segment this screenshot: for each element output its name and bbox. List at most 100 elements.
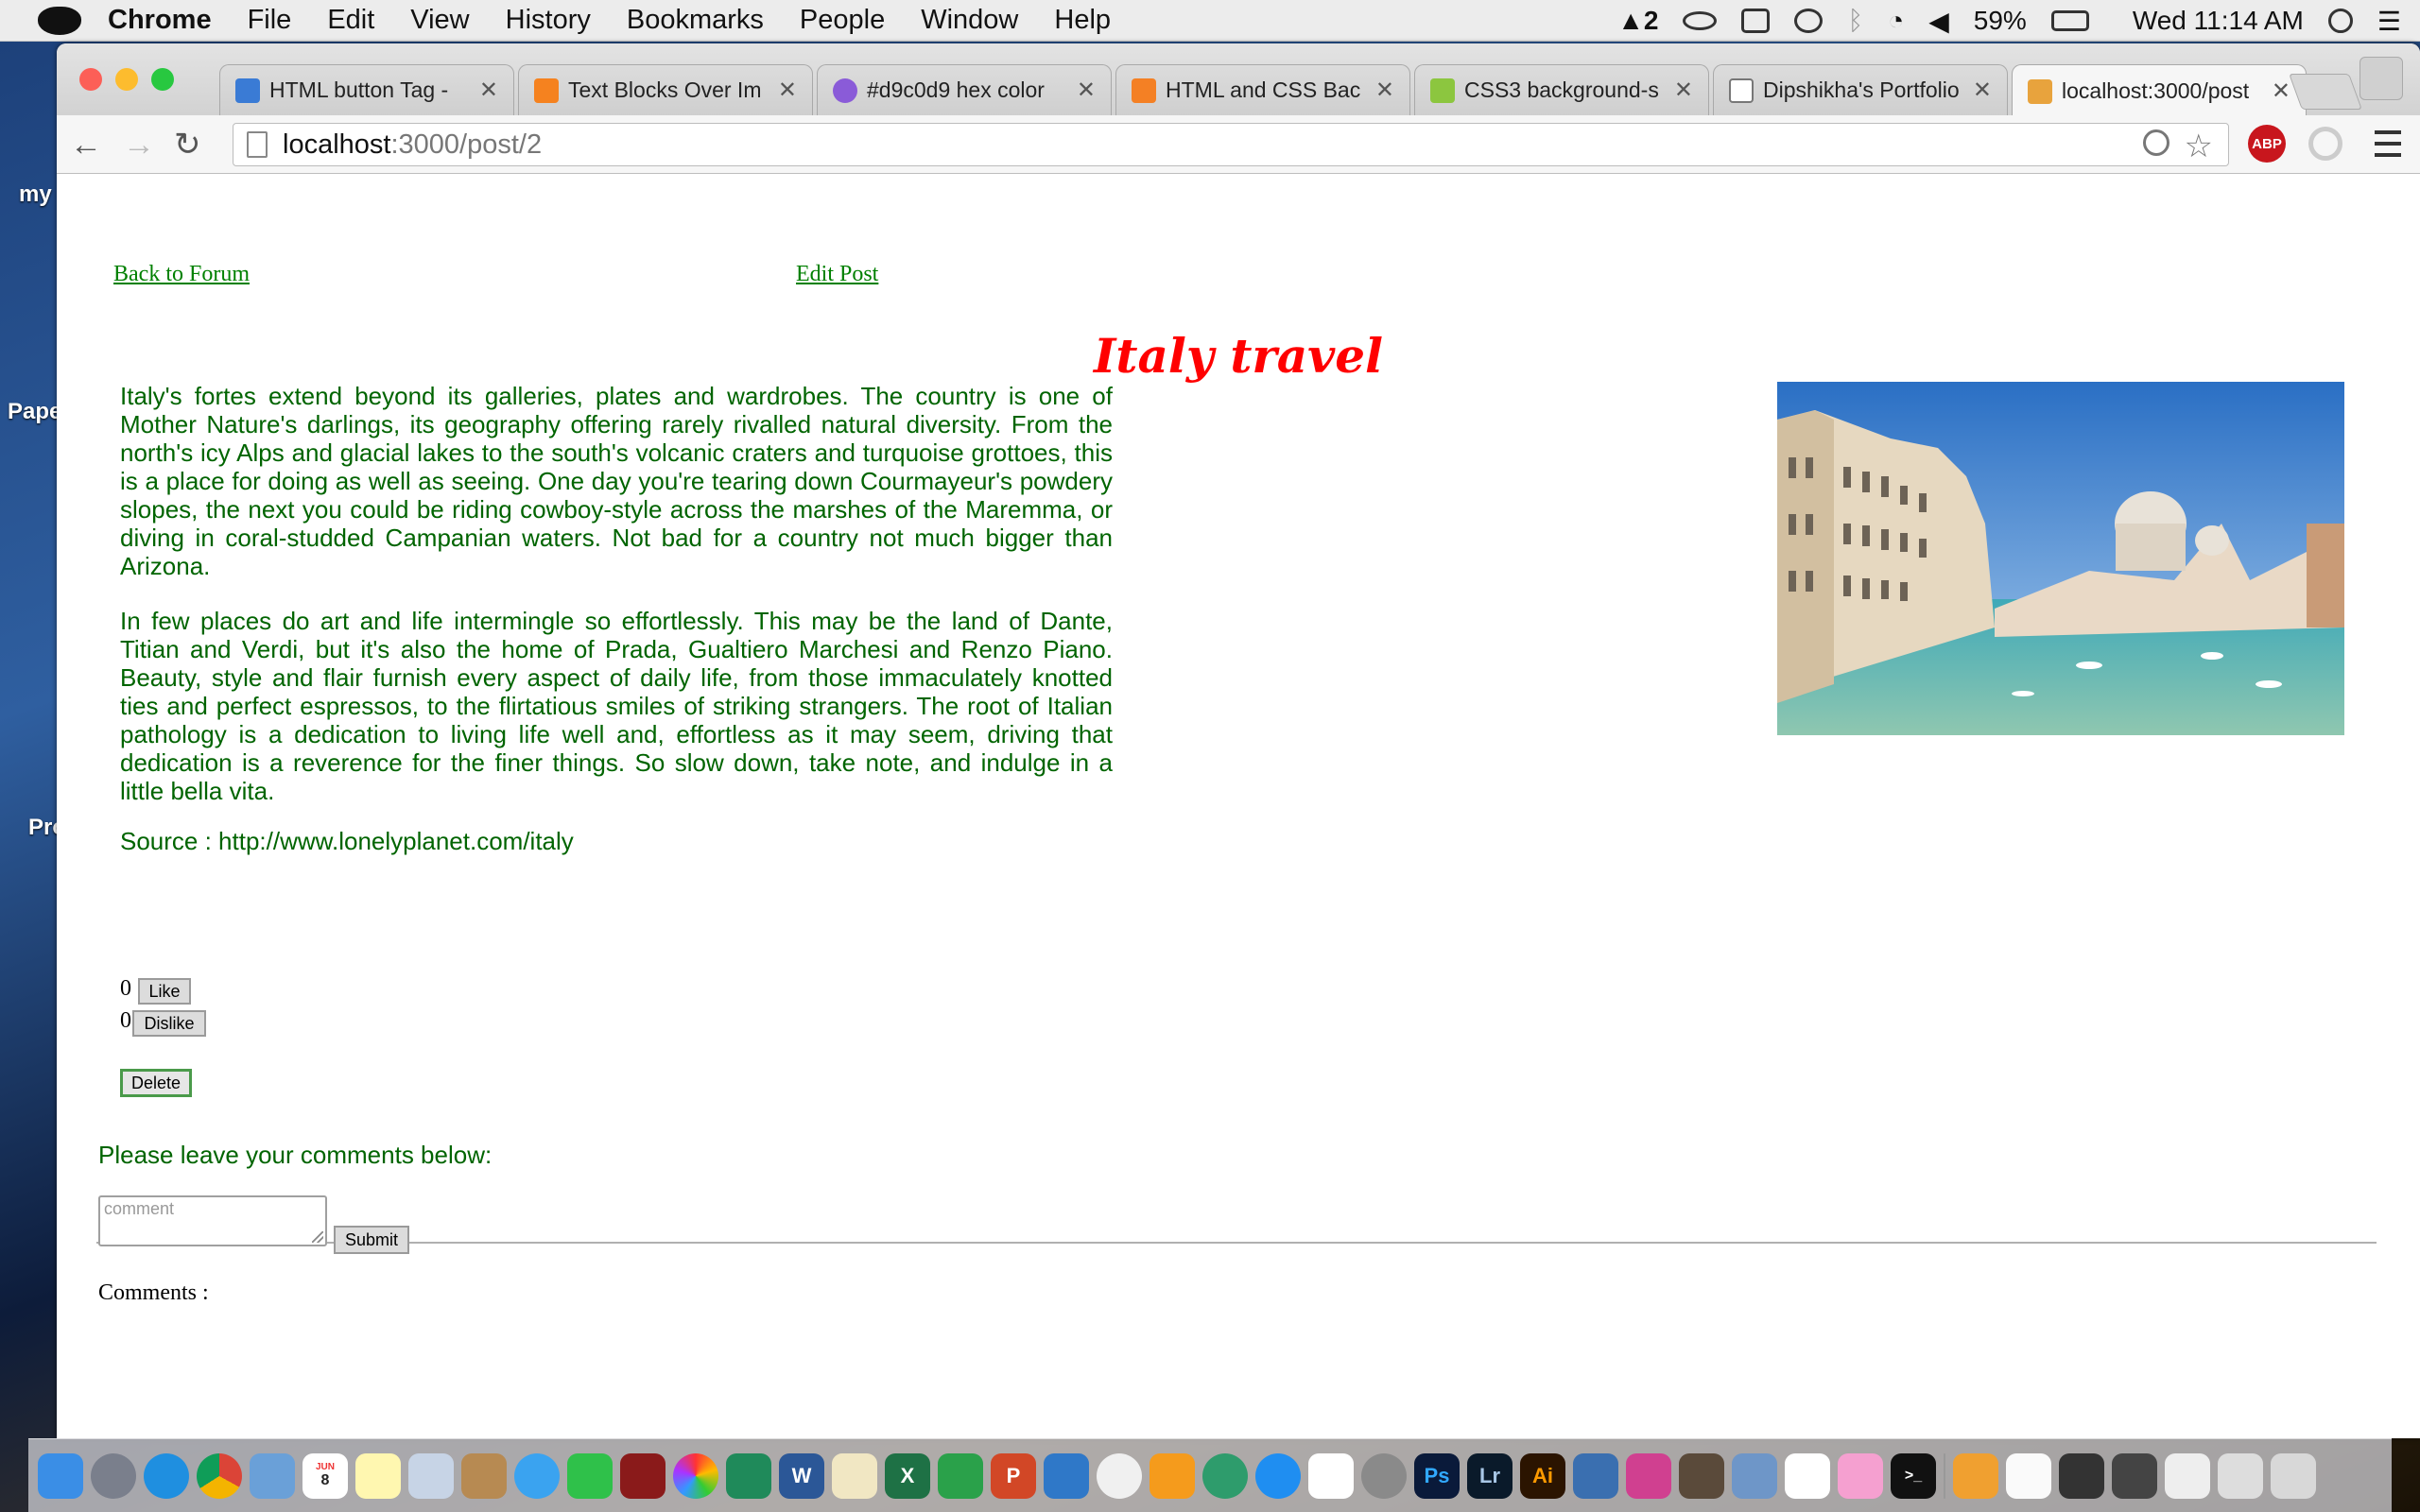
address-bar[interactable]: localhost:3000/post/2 ☆ (233, 123, 2229, 166)
back-to-forum-link[interactable]: Back to Forum (113, 262, 250, 287)
finder-icon[interactable] (38, 1452, 83, 1499)
folder-icon[interactable] (2112, 1452, 2157, 1499)
atom-icon[interactable] (1202, 1452, 1248, 1499)
downloads-stack-icon[interactable] (1953, 1452, 1998, 1499)
extension-icon[interactable] (2308, 127, 2342, 161)
powerpoint-icon[interactable]: P (991, 1452, 1036, 1499)
dreamweaver-icon[interactable] (1573, 1452, 1618, 1499)
menu-bookmarks[interactable]: Bookmarks (627, 5, 764, 36)
photo-booth-icon[interactable] (408, 1452, 454, 1499)
ibooks-icon[interactable] (1150, 1452, 1195, 1499)
menu-view[interactable]: View (410, 5, 469, 36)
comment-textarea[interactable]: comment (98, 1195, 327, 1246)
adobe-icon[interactable]: ▲2 (1617, 6, 1658, 36)
tab-close-icon[interactable]: ✕ (1077, 77, 1096, 104)
gimp-icon[interactable] (1838, 1452, 1883, 1499)
keynote-icon[interactable] (1044, 1452, 1089, 1499)
notes-icon[interactable] (355, 1452, 401, 1499)
finder-docs-icon[interactable] (1732, 1452, 1777, 1499)
time-machine-icon[interactable] (1794, 9, 1824, 33)
dislike-button[interactable]: Dislike (132, 1010, 206, 1037)
facetime-icon[interactable] (567, 1452, 613, 1499)
airplay-icon[interactable] (1741, 9, 1771, 33)
tab-close-icon[interactable]: ✕ (479, 77, 498, 104)
menu-window[interactable]: Window (921, 5, 1018, 36)
acrobat2-icon[interactable] (1785, 1452, 1830, 1499)
appstore-icon[interactable] (1255, 1452, 1301, 1499)
back-arrow-icon[interactable]: ← (70, 129, 102, 161)
trash-icon[interactable] (2271, 1452, 2316, 1499)
like-button[interactable]: Like (138, 978, 191, 1005)
tab-text-blocks[interactable]: Text Blocks Over Im ✕ (518, 64, 813, 115)
sublime-icon[interactable] (1679, 1452, 1724, 1499)
search-icon[interactable] (2143, 129, 2169, 156)
itunes-icon[interactable] (1097, 1452, 1142, 1499)
close-window-icon[interactable] (79, 68, 102, 91)
icab-icon[interactable] (726, 1452, 771, 1499)
folder-icon[interactable] (2218, 1452, 2263, 1499)
lightroom-icon[interactable]: Lr (1467, 1452, 1512, 1499)
menu-edit[interactable]: Edit (327, 5, 374, 36)
forward-arrow-icon[interactable]: → (123, 129, 155, 161)
edit-post-link[interactable]: Edit Post (796, 262, 878, 287)
tab-portfolio[interactable]: Dipshikha's Portfolio ✕ (1713, 64, 2008, 115)
menu-people[interactable]: People (800, 5, 885, 36)
apple-icon[interactable] (38, 6, 81, 35)
photo-icon[interactable] (620, 1452, 666, 1499)
preview-icon[interactable] (250, 1452, 295, 1499)
delete-button[interactable]: Delete (120, 1069, 192, 1097)
tab-localhost-active[interactable]: localhost:3000/post ✕ (2012, 64, 2307, 117)
folder-icon[interactable] (2059, 1452, 2104, 1499)
battery-percent[interactable]: 59% (1974, 6, 2027, 36)
menu-history[interactable]: History (506, 5, 591, 36)
contacts-icon[interactable] (461, 1452, 507, 1499)
messages-icon[interactable] (514, 1452, 560, 1499)
chrome-icon[interactable] (197, 1452, 242, 1499)
tab-css3-background[interactable]: CSS3 background-s ✕ (1414, 64, 1709, 115)
desktop-label[interactable]: my (19, 181, 52, 208)
textedit-icon[interactable] (832, 1452, 877, 1499)
excel-icon[interactable]: X (885, 1452, 930, 1499)
folder-icon[interactable] (2006, 1452, 2051, 1499)
photos-icon[interactable] (673, 1452, 718, 1499)
illustrator-icon[interactable]: Ai (1520, 1452, 1565, 1499)
tab-hex-color[interactable]: #d9c0d9 hex color ✕ (817, 64, 1112, 115)
chrome-menu-icon[interactable] (2375, 130, 2401, 157)
reload-icon[interactable]: ↻ (174, 129, 201, 161)
tab-html-button[interactable]: HTML button Tag - ✕ (219, 64, 514, 115)
numbers-icon[interactable] (938, 1452, 983, 1499)
minimize-window-icon[interactable] (115, 68, 138, 91)
tab-close-icon[interactable]: ✕ (1375, 77, 1394, 104)
terminal-icon[interactable]: >_ (1891, 1452, 1936, 1499)
bluetooth-icon[interactable]: ᛒ (1847, 6, 1863, 36)
tab-close-icon[interactable]: ✕ (2272, 77, 2290, 105)
glasses-icon[interactable] (1683, 11, 1718, 30)
photoshop-icon[interactable]: Ps (1414, 1452, 1460, 1499)
calendar-icon[interactable]: JUN 8 (302, 1452, 348, 1499)
zoom-window-icon[interactable] (151, 68, 174, 91)
new-tab-button[interactable] (2289, 74, 2362, 110)
tab-close-icon[interactable]: ✕ (778, 77, 797, 104)
bookmark-star-icon[interactable]: ☆ (2185, 128, 2213, 165)
notification-center-icon[interactable]: ☰ (2377, 6, 2401, 37)
safari-icon[interactable] (144, 1452, 189, 1499)
tab-html-css[interactable]: HTML and CSS Bac ✕ (1115, 64, 1410, 115)
wifi-icon[interactable]: ◔ (1888, 6, 1904, 36)
resize-grip-icon[interactable] (312, 1231, 323, 1243)
folder-icon[interactable] (2165, 1452, 2210, 1499)
word-icon[interactable]: W (779, 1452, 824, 1499)
system-preferences-icon[interactable] (1361, 1452, 1407, 1499)
menu-app-name[interactable]: Chrome (108, 5, 212, 36)
spotlight-icon[interactable] (2327, 9, 2353, 33)
clock[interactable]: Wed 11:14 AM (2133, 6, 2304, 36)
adblock-plus-icon[interactable]: ABP (2248, 125, 2286, 163)
battery-icon[interactable] (2050, 10, 2089, 31)
muse-icon[interactable] (1626, 1452, 1671, 1499)
menu-help[interactable]: Help (1054, 5, 1111, 36)
submit-button[interactable]: Submit (334, 1226, 409, 1254)
volume-icon[interactable]: ◀ (1928, 6, 1949, 37)
tab-close-icon[interactable]: ✕ (1973, 77, 1992, 104)
tab-close-icon[interactable]: ✕ (1674, 77, 1693, 104)
acrobat-icon[interactable] (1308, 1452, 1354, 1499)
profile-avatar-icon[interactable] (2360, 57, 2403, 100)
